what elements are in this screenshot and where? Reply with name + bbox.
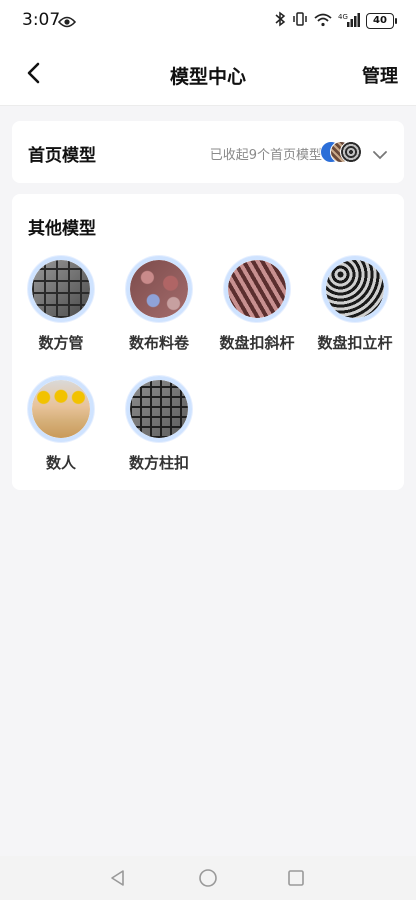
circle-home-icon[interactable]	[198, 868, 218, 892]
square-recent-icon[interactable]	[286, 868, 306, 892]
top-area: 3:07 4G 40 模型中心 管理	[0, 0, 416, 106]
model-item-tube[interactable]: 数方管	[12, 256, 110, 353]
nav-bar: 模型中心 管理	[0, 48, 416, 98]
collapsed-count-text: 已收起9个首页模型	[209, 148, 322, 163]
system-nav-bar	[0, 856, 416, 900]
page-title: 模型中心	[169, 66, 246, 88]
model-item-pan-pole[interactable]: 数盘扣立杆	[306, 256, 404, 353]
triangle-back-icon[interactable]	[108, 868, 128, 892]
square-column-buckle-image	[130, 380, 188, 438]
model-thumbnail	[322, 256, 388, 322]
bluetooth-icon	[274, 11, 286, 31]
model-name: 数盘扣斜杆	[219, 334, 295, 352]
other-models-label: 其他模型	[28, 219, 96, 239]
other-models-card: 其他模型 数方管 数布料卷 数盘扣斜杆 数盘扣立杆 数人 数方柱扣	[12, 194, 404, 490]
disk-buckle-slant-image	[228, 260, 286, 318]
model-item-square[interactable]: 数方柱扣	[110, 376, 208, 473]
model-thumbnail	[126, 256, 192, 322]
model-name: 数盘扣立杆	[317, 334, 393, 352]
home-models-label: 首页模型	[28, 146, 96, 166]
square-tube-image	[32, 260, 90, 318]
model-item-people[interactable]: 数人	[12, 376, 110, 473]
battery-indicator: 40	[366, 13, 397, 29]
home-model-avatars	[320, 141, 362, 163]
chevron-down-icon[interactable]	[372, 145, 388, 164]
home-model-avatar	[340, 141, 362, 163]
model-name: 数布料卷	[128, 334, 189, 352]
model-thumbnail	[28, 376, 94, 442]
model-thumbnail	[224, 256, 290, 322]
model-name: 数方管	[38, 334, 84, 352]
status-icons: 4G 40	[274, 11, 397, 31]
vibrate-icon	[292, 11, 308, 31]
model-name: 数方柱扣	[128, 454, 189, 472]
model-thumbnail	[126, 376, 192, 442]
network-label: 4G	[338, 13, 348, 21]
wifi-icon	[314, 12, 332, 31]
model-item-pan-slant[interactable]: 数盘扣斜杆	[208, 256, 306, 353]
eye-icon	[57, 13, 77, 32]
status-time: 3:07	[22, 10, 61, 30]
people-image	[32, 380, 90, 438]
status-bar: 3:07 4G 40	[0, 0, 416, 40]
signal-icon: 4G	[338, 12, 360, 31]
model-item-roll[interactable]: 数布料卷	[110, 256, 208, 353]
model-thumbnail	[28, 256, 94, 322]
manage-button[interactable]: 管理	[362, 62, 398, 88]
home-models-card[interactable]: 首页模型 已收起9个首页模型	[12, 121, 404, 183]
fabric-roll-image	[130, 260, 188, 318]
disk-buckle-pole-image	[326, 260, 384, 318]
model-name: 数人	[45, 454, 76, 472]
